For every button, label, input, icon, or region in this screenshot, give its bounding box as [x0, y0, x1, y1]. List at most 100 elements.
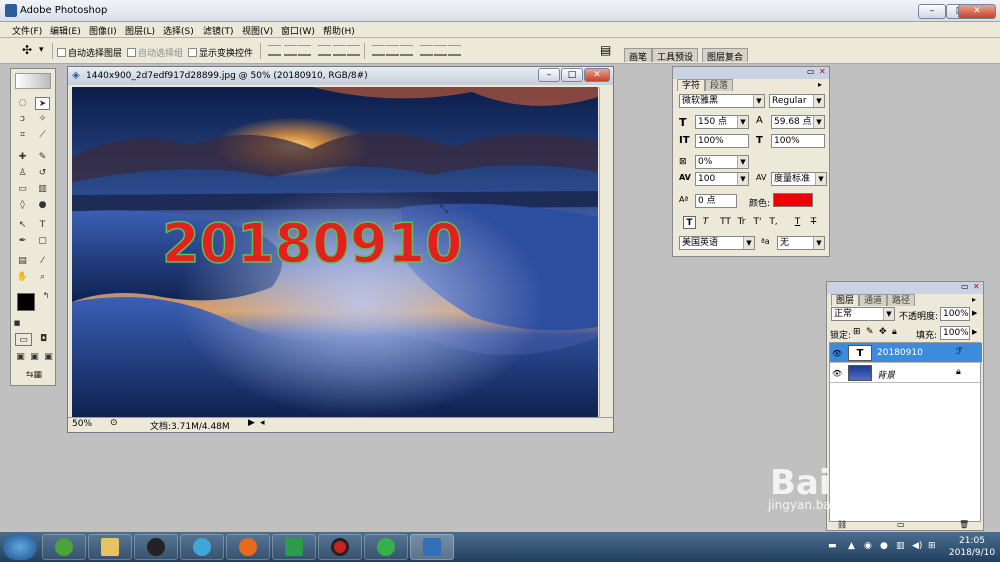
underline-button[interactable]: T: [791, 216, 804, 229]
jump-to-imageready-icon[interactable]: ⇆▦: [19, 369, 49, 382]
distribute-hcenter-icon[interactable]: [434, 45, 447, 56]
volume-icon[interactable]: ◀): [912, 541, 922, 551]
hand-tool-icon[interactable]: ✋: [15, 271, 30, 284]
distribute-bottom-icon[interactable]: [400, 45, 413, 56]
history-brush-icon[interactable]: ↺: [35, 167, 50, 180]
feather-logo-icon[interactable]: [15, 73, 51, 89]
vertical-scale-field[interactable]: 100%: [695, 134, 749, 148]
overlay-date-text[interactable]: 20180910: [161, 211, 463, 276]
crop-tool-icon[interactable]: ⌗: [15, 129, 30, 142]
tab-paths[interactable]: 路径: [887, 294, 916, 306]
eyedropper-icon[interactable]: ⁄: [35, 255, 50, 268]
taskbar-firefox-button[interactable]: [226, 534, 270, 560]
taskbar-recorder-button[interactable]: [318, 534, 362, 560]
font-size-field[interactable]: 150 点 ▼: [695, 115, 749, 129]
dodge-tool-icon[interactable]: ●: [35, 199, 50, 212]
layer-name[interactable]: 20180910: [877, 348, 923, 358]
lasso-tool-icon[interactable]: ↄ: [15, 113, 30, 126]
screen-mode-full-menu-icon[interactable]: ▣: [27, 351, 42, 364]
distribute-right-icon[interactable]: [448, 45, 461, 56]
show-transform-checkbox[interactable]: 显示变换控件: [188, 46, 253, 59]
pen-tool-icon[interactable]: ✒: [15, 235, 30, 248]
panel-close-icon[interactable]: ✕: [973, 282, 980, 291]
zoom-level[interactable]: 50%: [72, 419, 92, 429]
leading-field[interactable]: 59.68 点 ▼: [771, 115, 825, 129]
blend-mode-select[interactable]: 正常 ▼: [831, 307, 895, 321]
layers-panel-header[interactable]: ▭ ✕: [827, 282, 983, 294]
font-style-select[interactable]: Regular ▼: [769, 94, 825, 108]
link-layers-icon[interactable]: ⛓: [837, 520, 847, 529]
marquee-tool-icon[interactable]: ◌: [15, 97, 30, 110]
file-browser-icon[interactable]: ▤: [600, 43, 611, 57]
wechat-tray-icon[interactable]: ◉: [864, 541, 872, 551]
menu-window[interactable]: 窗口(W): [281, 24, 315, 37]
start-button[interactable]: [3, 534, 37, 560]
taskbar-explorer-button[interactable]: [88, 534, 132, 560]
close-button[interactable]: ✕: [958, 4, 996, 19]
layer-name[interactable]: 背景: [877, 368, 895, 381]
document-title-bar[interactable]: ◈ 1440x900_2d7edf917d28899.jpg @ 50% (20…: [68, 67, 613, 85]
fill-slider-icon[interactable]: ▶: [972, 328, 977, 336]
lock-transparency-icon[interactable]: ⊞: [853, 327, 861, 337]
swap-colors-icon[interactable]: ↰: [41, 289, 51, 302]
kerning-select[interactable]: 度量标准 ▼: [771, 172, 827, 186]
standard-mode-icon[interactable]: ▭: [15, 333, 32, 346]
subscript-button[interactable]: T,: [767, 216, 780, 229]
doc-minimize-button[interactable]: –: [538, 68, 560, 82]
eraser-tool-icon[interactable]: ▭: [15, 183, 30, 196]
stamp-tool-icon[interactable]: ♙: [15, 167, 30, 180]
faux-bold-button[interactable]: T: [683, 216, 696, 229]
taskbar-photoshop-button[interactable]: [410, 534, 454, 560]
distribute-vcenter-icon[interactable]: [386, 45, 399, 56]
menu-layer[interactable]: 图层(L): [125, 24, 155, 37]
tab-channels[interactable]: 通道: [859, 294, 888, 306]
keyboard-icon[interactable]: ▬: [828, 541, 837, 551]
minimize-button[interactable]: –: [918, 4, 946, 19]
font-family-select[interactable]: 微软雅黑 ▼: [679, 94, 765, 108]
menu-edit[interactable]: 编辑(E): [50, 24, 81, 37]
opacity-slider-icon[interactable]: ▶: [972, 309, 977, 317]
panel-close-icon[interactable]: ✕: [819, 67, 826, 76]
baseline-shift-field[interactable]: 0 点: [695, 194, 737, 208]
chevron-down-icon[interactable]: ▾: [39, 45, 44, 55]
scroll-left-icon[interactable]: ◂: [260, 418, 265, 428]
strikethrough-button[interactable]: T: [807, 216, 820, 229]
tsume-field[interactable]: 0% ▼: [695, 155, 749, 169]
new-group-icon[interactable]: ▭: [897, 520, 905, 529]
lock-all-icon[interactable]: 🔒︎: [892, 327, 897, 337]
notes-tool-icon[interactable]: ▤: [15, 255, 30, 268]
brush-tool-icon[interactable]: ✎: [35, 151, 50, 164]
panel-minimize-icon[interactable]: ▭: [961, 282, 969, 291]
faux-italic-button[interactable]: T: [699, 216, 712, 229]
doc-close-button[interactable]: ✕: [584, 68, 610, 82]
move-tool-icon[interactable]: ➤: [35, 97, 50, 110]
layer-effects-icon[interactable]: ℱ: [956, 347, 963, 357]
screen-mode-full-icon[interactable]: ▣: [41, 351, 56, 364]
move-tool-icon[interactable]: ✣: [22, 43, 32, 57]
auto-select-group-checkbox[interactable]: 自动选择组: [127, 46, 183, 59]
align-right-icon[interactable]: [347, 45, 360, 56]
screen-mode-standard-icon[interactable]: ▣: [13, 351, 28, 364]
align-left-icon[interactable]: [318, 45, 331, 56]
align-vcenter-icon[interactable]: [284, 45, 297, 56]
align-bottom-icon[interactable]: [298, 45, 311, 56]
taskbar-media-button[interactable]: [180, 534, 224, 560]
menu-view[interactable]: 视图(V): [242, 24, 273, 37]
tracking-field[interactable]: 100 ▼: [695, 172, 749, 186]
distribute-left-icon[interactable]: [420, 45, 433, 56]
zoom-tool-icon[interactable]: ⌕: [35, 271, 50, 284]
opacity-field[interactable]: 100%: [940, 307, 970, 321]
magic-wand-icon[interactable]: ✧: [35, 113, 50, 126]
eye-icon[interactable]: 👁︎: [832, 349, 842, 358]
doc-maximize-button[interactable]: □: [561, 68, 583, 82]
well-tab-brushes[interactable]: 画笔: [624, 48, 653, 63]
well-tab-tool-presets[interactable]: 工具预设: [652, 48, 699, 63]
menu-file[interactable]: 文件(F): [12, 24, 42, 37]
healing-brush-icon[interactable]: ✚: [15, 151, 30, 164]
taskbar-app-button[interactable]: [272, 534, 316, 560]
superscript-button[interactable]: T': [751, 216, 764, 229]
distribute-top-icon[interactable]: [372, 45, 385, 56]
network-icon[interactable]: ▥: [896, 541, 905, 551]
status-arrow-icon[interactable]: ▶: [248, 418, 255, 428]
slice-tool-icon[interactable]: ⟋: [35, 129, 50, 142]
